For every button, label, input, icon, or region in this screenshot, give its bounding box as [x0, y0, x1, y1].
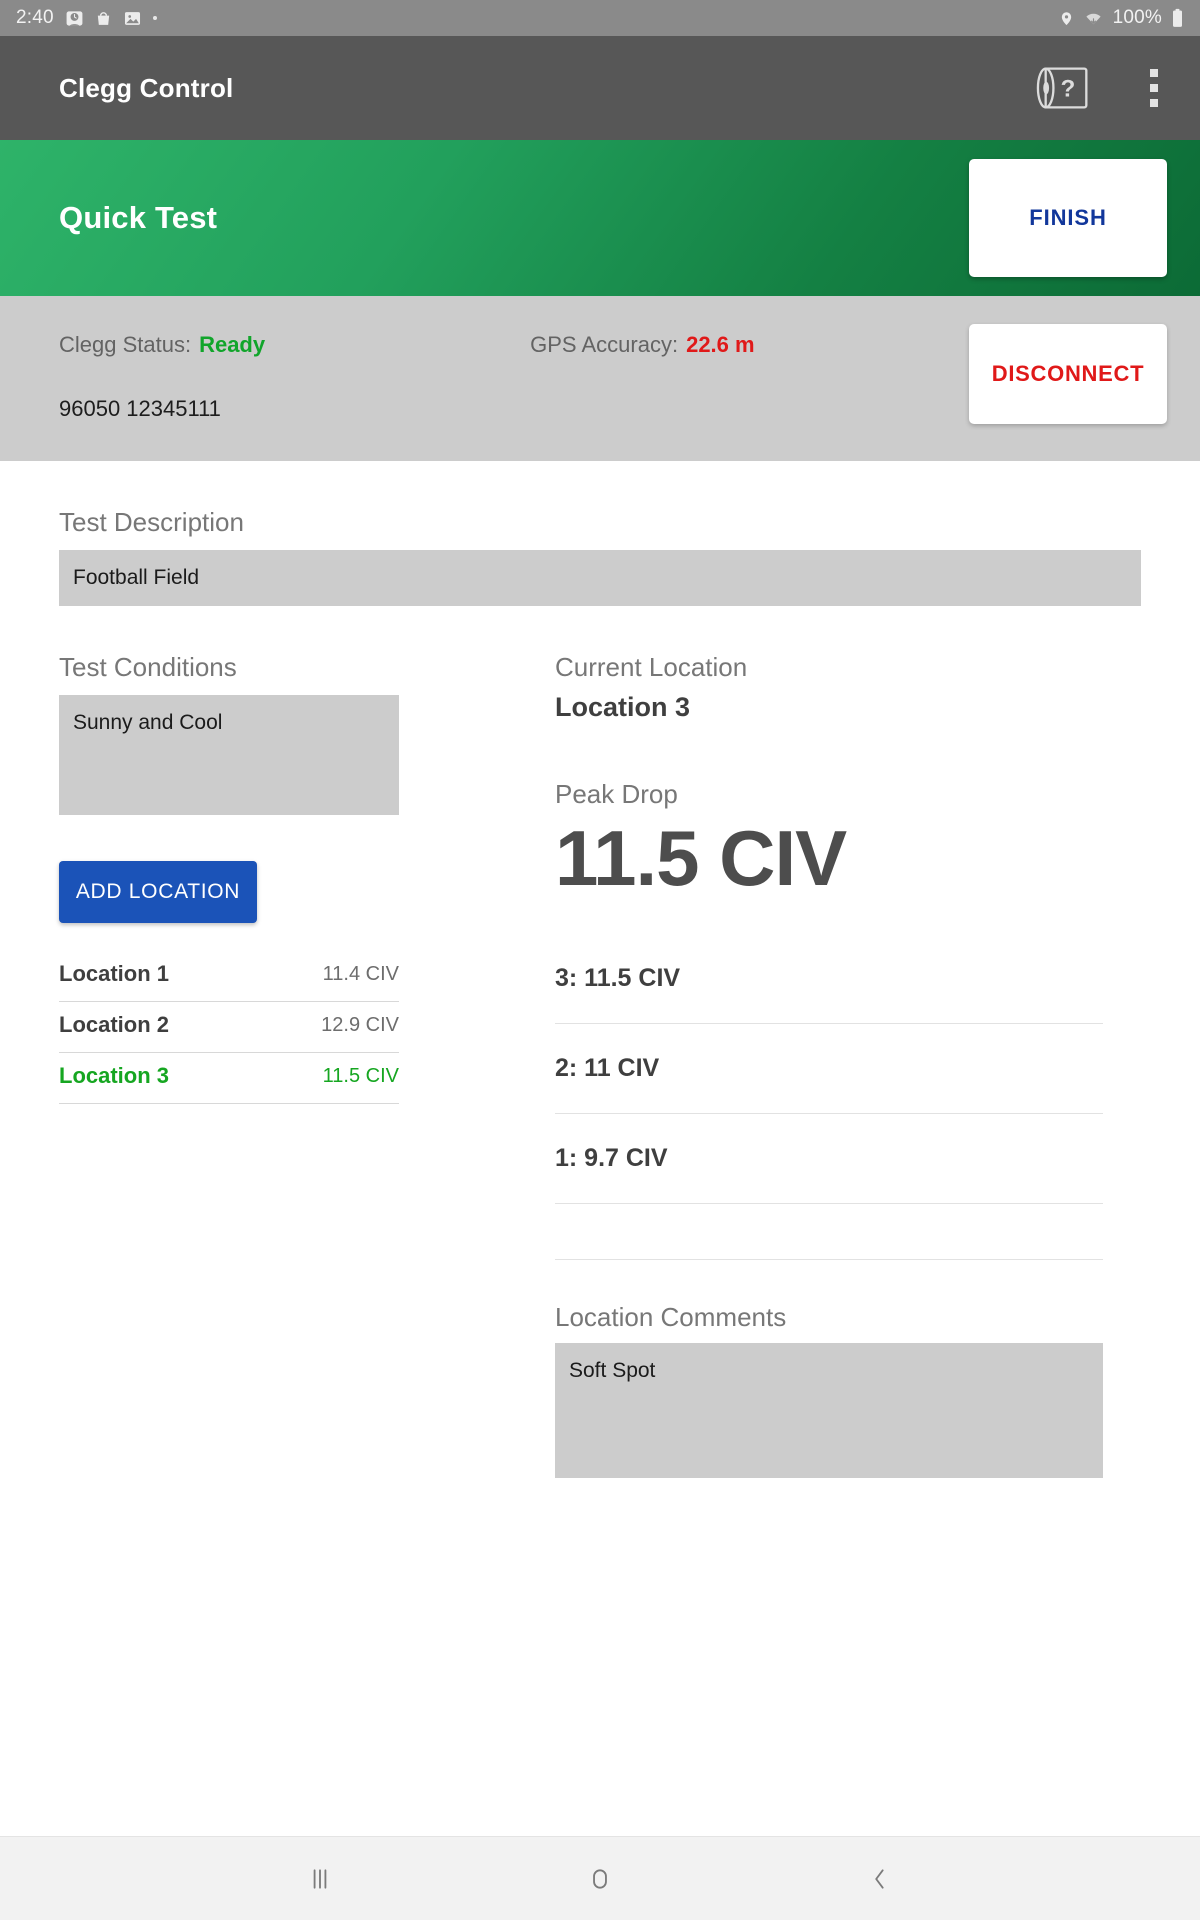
location-name: Location 3: [59, 1063, 170, 1088]
battery-icon: [1171, 8, 1184, 28]
overflow-menu-button[interactable]: [1136, 63, 1172, 113]
peak-drop-value: 11.5 CIV: [555, 814, 847, 902]
bag-icon: [95, 9, 112, 28]
app-bar-actions: ?: [1036, 63, 1172, 113]
clegg-hammer-help-icon: ?: [1036, 67, 1088, 109]
android-nav-bar: [0, 1836, 1200, 1920]
dot-icon: [152, 16, 157, 20]
gps-accuracy-label: GPS Accuracy:: [530, 332, 679, 357]
location-value: 11.5 CIV: [322, 1064, 399, 1087]
recents-icon: [313, 1868, 327, 1889]
test-conditions-input[interactable]: Sunny and Cool: [59, 695, 399, 815]
overflow-dot: [1150, 69, 1158, 77]
recents-button[interactable]: [284, 1852, 356, 1906]
clegg-status-label: Clegg Status:: [59, 332, 192, 357]
overflow-dot: [1150, 99, 1158, 107]
test-conditions-label: Test Conditions: [59, 652, 237, 682]
content-columns: Test Conditions Sunny and Cool ADD LOCAT…: [59, 652, 1141, 1479]
location-value: 12.9 CIV: [321, 1013, 399, 1036]
back-button[interactable]: [844, 1852, 916, 1906]
home-button[interactable]: [564, 1852, 636, 1906]
list-item[interactable]: Location 1 11.4 CIV: [59, 951, 399, 1002]
home-icon: [593, 1868, 607, 1889]
left-column: Test Conditions Sunny and Cool ADD LOCAT…: [59, 652, 479, 1478]
alarm-icon: [65, 9, 84, 28]
right-column: Current Location Location 3 Peak Drop 11…: [479, 652, 1141, 1479]
location-comments-label: Location Comments: [555, 1302, 787, 1333]
drop-reading-row[interactable]: 2: 11 CIV: [555, 1024, 1103, 1115]
test-description-label: Test Description: [59, 507, 244, 537]
overflow-dot: [1150, 84, 1158, 92]
help-button[interactable]: ?: [1036, 64, 1096, 112]
status-bar-right: 100%: [1059, 7, 1184, 29]
system-status-bar: 2:40 100%: [0, 0, 1200, 36]
app-title: Clegg Control: [59, 72, 234, 103]
main-content: Test Description Football Field Test Con…: [0, 461, 1200, 1836]
clegg-status-value: Ready: [199, 332, 266, 357]
gps-accuracy-value: 22.6 m: [686, 332, 755, 357]
location-pin-icon: [1059, 9, 1074, 28]
peak-drop-label: Peak Drop: [555, 779, 678, 809]
page-title: Quick Test: [59, 200, 218, 235]
page-header: Quick Test FINISH: [0, 140, 1200, 296]
location-list: Location 1 11.4 CIV Location 2 12.9 CIV …: [59, 951, 399, 1104]
wifi-icon: [1083, 9, 1104, 28]
app-bar: Clegg Control ?: [0, 36, 1200, 140]
location-comments-input[interactable]: Soft Spot: [555, 1343, 1103, 1479]
current-location-value: Location 3: [555, 692, 691, 722]
back-icon: [875, 1868, 884, 1889]
current-location-label: Current Location: [555, 652, 748, 682]
location-value: 11.4 CIV: [322, 962, 399, 985]
list-item[interactable]: Location 2 12.9 CIV: [59, 1002, 399, 1053]
drop-reading-row-empty[interactable]: [555, 1204, 1103, 1261]
app-screen: 2:40 100% Clegg Control ? Quick Test FIN…: [0, 0, 1200, 1920]
battery-percent: 100%: [1112, 7, 1162, 28]
location-name: Location 2: [59, 1012, 170, 1037]
finish-button[interactable]: FINISH: [969, 159, 1167, 277]
svg-text:?: ?: [1061, 76, 1076, 103]
clock-time: 2:40: [16, 7, 54, 28]
drop-reading-row[interactable]: 1: 9.7 CIV: [555, 1114, 1103, 1205]
device-status-panel: Clegg Status: Ready GPS Accuracy: 22.6 m…: [0, 296, 1200, 461]
disconnect-button[interactable]: DISCONNECT: [969, 324, 1167, 424]
status-bar-left: 2:40: [16, 7, 157, 29]
list-item-selected[interactable]: Location 3 11.5 CIV: [59, 1053, 399, 1104]
image-icon: [123, 9, 142, 28]
add-location-button[interactable]: ADD LOCATION: [59, 861, 257, 923]
drop-readings-list: 3: 11.5 CIV 2: 11 CIV 1: 9.7 CIV: [555, 934, 1103, 1261]
location-name: Location 1: [59, 961, 170, 986]
test-description-input[interactable]: Football Field: [59, 550, 1141, 606]
drop-reading-row[interactable]: 3: 11.5 CIV: [555, 934, 1103, 1025]
